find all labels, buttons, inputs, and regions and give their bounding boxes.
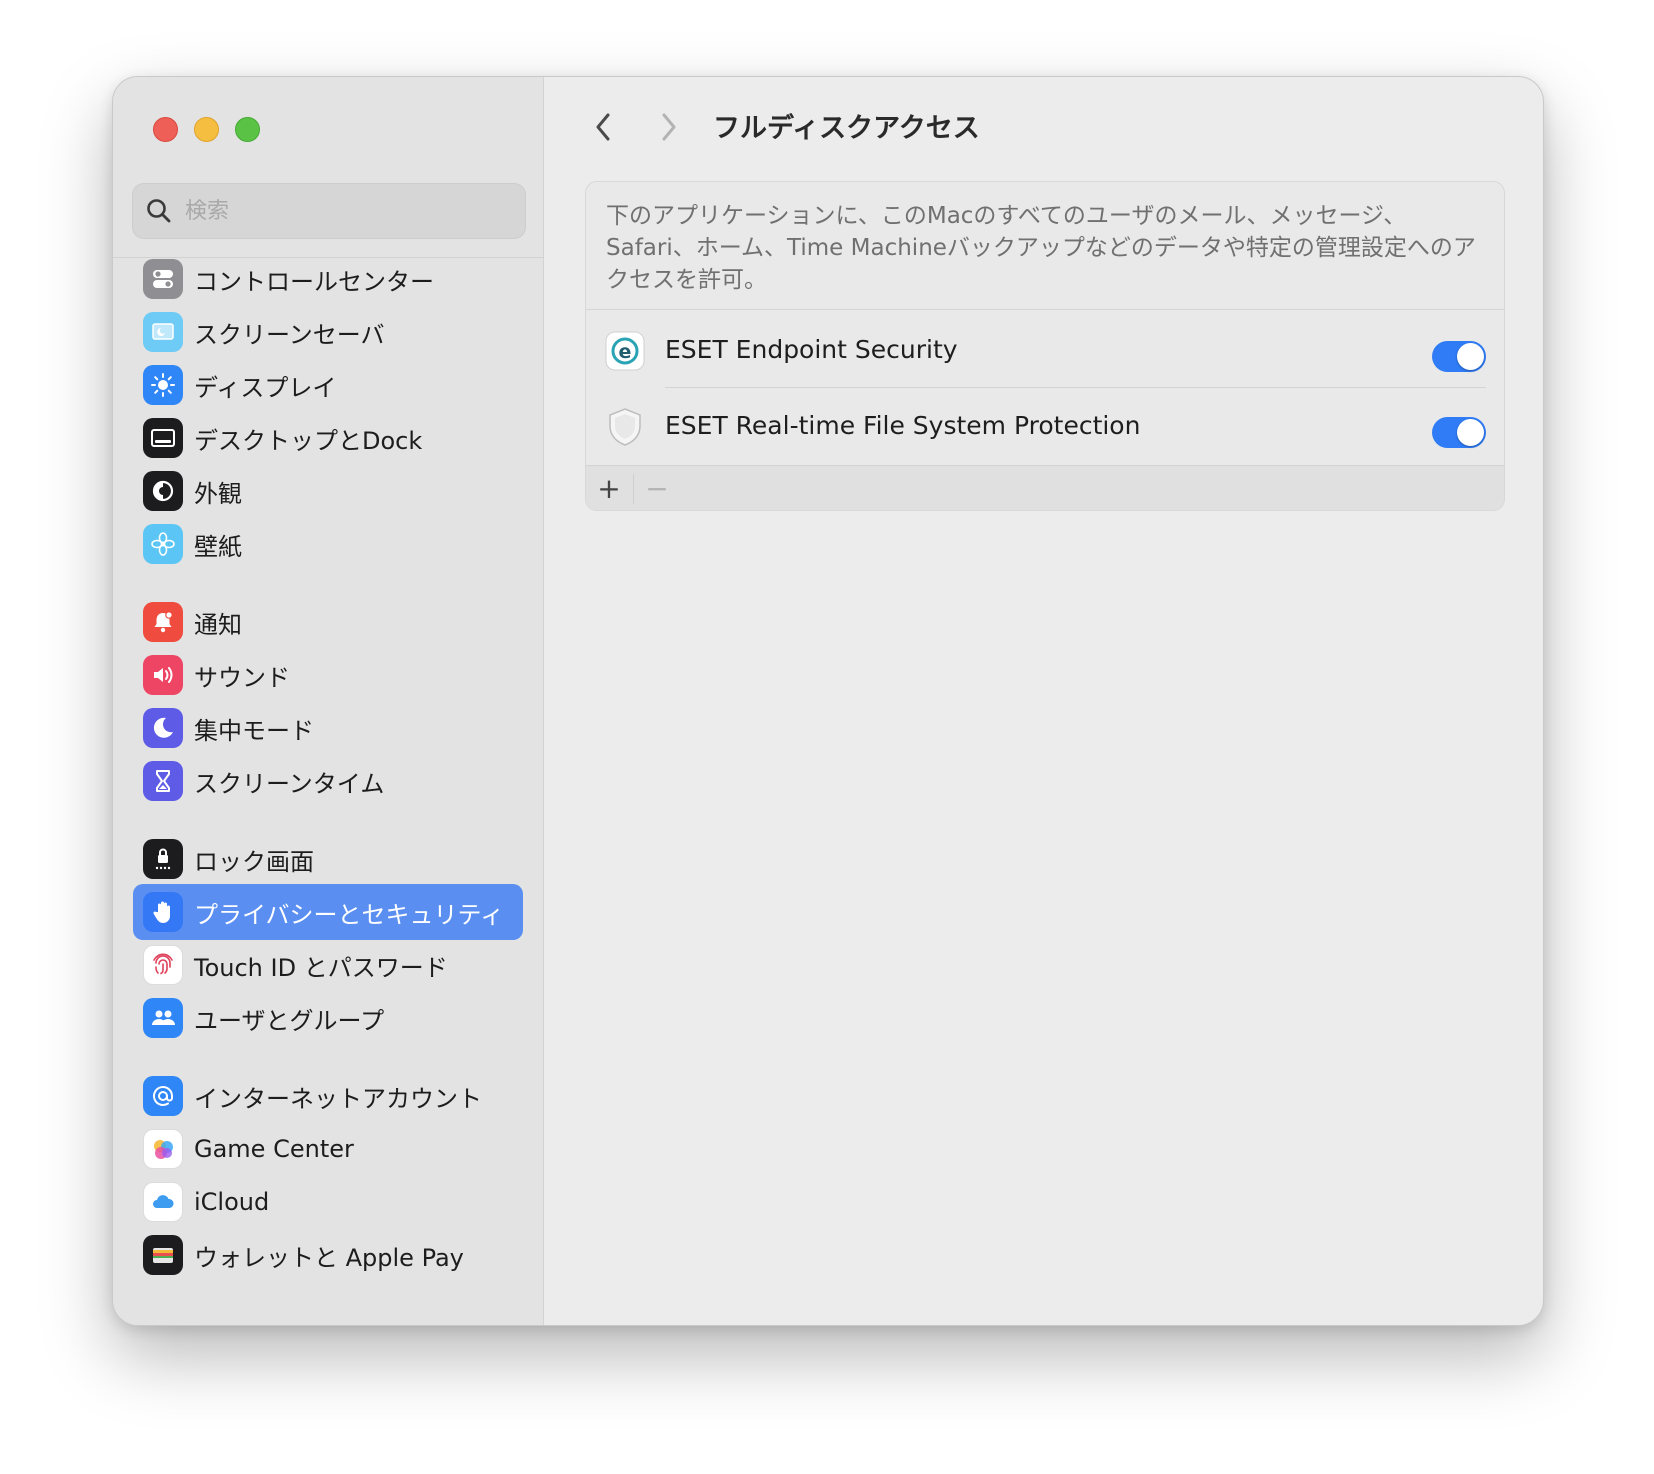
toolbar: フルディスクアクセス bbox=[544, 77, 1543, 173]
app-name: ESET Real-time File System Protection bbox=[665, 411, 1141, 440]
sidebar-item-screensaver[interactable]: スクリーンセーバ bbox=[133, 304, 523, 360]
sidebar-item-label: Game Center bbox=[194, 1135, 354, 1163]
shield-icon bbox=[604, 406, 646, 448]
remove-button[interactable]: − bbox=[634, 466, 680, 510]
sidebar-item-label: コントロールセンター bbox=[194, 267, 434, 296]
sidebar-item-label: ウォレットと Apple Pay bbox=[194, 1243, 464, 1272]
sidebar-item-displays[interactable]: ディスプレイ bbox=[133, 357, 523, 413]
zoom-button[interactable] bbox=[235, 117, 260, 142]
panel-footer: + − bbox=[586, 465, 1504, 510]
users-icon bbox=[143, 998, 183, 1038]
sidebar-item-users-groups[interactable]: ユーザとグループ bbox=[133, 990, 523, 1046]
search-field[interactable] bbox=[132, 183, 526, 239]
traffic-lights bbox=[153, 117, 260, 142]
app-row: e ESET Endpoint Security bbox=[586, 312, 1504, 392]
lock-screen-icon bbox=[143, 839, 183, 879]
sidebar-item-control-center[interactable]: コントロールセンター bbox=[133, 258, 523, 307]
moon-icon bbox=[143, 708, 183, 748]
app-name: ESET Endpoint Security bbox=[665, 335, 958, 364]
panel-description: 下のアプリケーションに、このMacのすべてのユーザのメール、メッセージ、Safa… bbox=[606, 203, 1476, 293]
sidebar-item-screen-time[interactable]: スクリーンタイム bbox=[133, 753, 523, 809]
sidebar-item-label: ロック画面 bbox=[194, 847, 314, 876]
wallpaper-flower-icon bbox=[143, 524, 183, 564]
add-button[interactable]: + bbox=[586, 466, 632, 510]
game-center-icon bbox=[143, 1129, 183, 1169]
sidebar-item-label: iCloud bbox=[194, 1188, 270, 1216]
app-row: ESET Real-time File System Protection bbox=[586, 388, 1504, 468]
display-brightness-icon bbox=[143, 365, 183, 405]
sidebar-item-privacy-security[interactable]: プライバシーとセキュリティ bbox=[133, 884, 523, 940]
sidebar-item-label: ディスプレイ bbox=[194, 373, 337, 402]
fingerprint-icon bbox=[143, 945, 183, 985]
full-disk-access-panel: 下のアプリケーションに、このMacのすべてのユーザのメール、メッセージ、Safa… bbox=[585, 181, 1505, 511]
sidebar-item-label: 集中モード bbox=[194, 716, 314, 745]
search-icon bbox=[147, 199, 171, 223]
sidebar-item-label: ユーザとグループ bbox=[194, 1006, 385, 1035]
toggle-knob bbox=[1457, 419, 1484, 446]
appearance-icon bbox=[143, 471, 183, 511]
sidebar-item-label: サウンド bbox=[194, 663, 290, 692]
sidebar-item-label: 外観 bbox=[194, 479, 242, 508]
sidebar-item-notifications[interactable]: 通知 bbox=[133, 594, 523, 650]
sidebar-item-icloud[interactable]: iCloud bbox=[133, 1174, 523, 1230]
minimize-button[interactable] bbox=[194, 117, 219, 142]
screensaver-icon bbox=[143, 312, 183, 352]
forward-button[interactable] bbox=[648, 107, 688, 147]
sidebar-item-appearance[interactable]: 外観 bbox=[133, 463, 523, 519]
divider bbox=[586, 309, 1504, 310]
page-title: フルディスクアクセス bbox=[713, 113, 980, 144]
sidebar-item-label: インターネットアカウント bbox=[194, 1084, 482, 1113]
sidebar-item-label: デスクトップとDock bbox=[194, 426, 423, 455]
sidebar-item-focus[interactable]: 集中モード bbox=[133, 700, 523, 756]
sidebar-item-label: プライバシーとセキュリティ bbox=[194, 900, 505, 929]
app-toggle[interactable] bbox=[1432, 417, 1486, 448]
sidebar-item-label: スクリーンタイム bbox=[194, 769, 385, 798]
search-input[interactable] bbox=[185, 198, 505, 224]
close-button[interactable] bbox=[153, 117, 178, 142]
notification-bell-icon bbox=[143, 602, 183, 642]
sidebar-item-wallet[interactable]: ウォレットと Apple Pay bbox=[133, 1227, 523, 1283]
hand-raised-icon bbox=[143, 892, 183, 932]
svg-text:e: e bbox=[619, 341, 632, 363]
wallet-icon bbox=[143, 1235, 183, 1275]
icloud-icon bbox=[143, 1182, 183, 1222]
sidebar-item-label: 壁紙 bbox=[194, 532, 242, 561]
chevron-left-icon bbox=[596, 113, 610, 141]
sidebar-item-label: スクリーンセーバ bbox=[194, 320, 385, 349]
sidebar-item-internet-accounts[interactable]: インターネットアカウント bbox=[133, 1068, 523, 1124]
back-button[interactable] bbox=[584, 107, 624, 147]
toggle-knob bbox=[1457, 343, 1484, 370]
sidebar: コントロールセンター スクリーンセーバ ディスプレイ bbox=[113, 77, 544, 1325]
sidebar-item-lock-screen[interactable]: ロック画面 bbox=[133, 831, 523, 887]
sidebar-item-wallpaper[interactable]: 壁紙 bbox=[133, 516, 523, 572]
speaker-icon bbox=[143, 655, 183, 695]
at-sign-icon bbox=[143, 1076, 183, 1116]
sidebar-item-game-center[interactable]: Game Center bbox=[133, 1121, 523, 1177]
sidebar-item-sound[interactable]: サウンド bbox=[133, 647, 523, 703]
sidebar-list: コントロールセンター スクリーンセーバ ディスプレイ デスクトップとDock 外… bbox=[113, 258, 544, 1325]
system-settings-window: コントロールセンター スクリーンセーバ ディスプレイ bbox=[112, 76, 1544, 1326]
desktop-dock-icon bbox=[143, 418, 183, 458]
chevron-right-icon bbox=[662, 113, 676, 141]
sidebar-item-label: 通知 bbox=[194, 610, 242, 639]
eset-endpoint-icon: e bbox=[604, 330, 646, 372]
sidebar-item-desktop-dock[interactable]: デスクトップとDock bbox=[133, 410, 523, 466]
app-toggle[interactable] bbox=[1432, 341, 1486, 372]
hourglass-icon bbox=[143, 761, 183, 801]
sidebar-item-label: Touch ID とパスワード bbox=[194, 953, 448, 982]
control-center-icon bbox=[143, 259, 183, 299]
sidebar-item-touch-id[interactable]: Touch ID とパスワード bbox=[133, 937, 523, 993]
